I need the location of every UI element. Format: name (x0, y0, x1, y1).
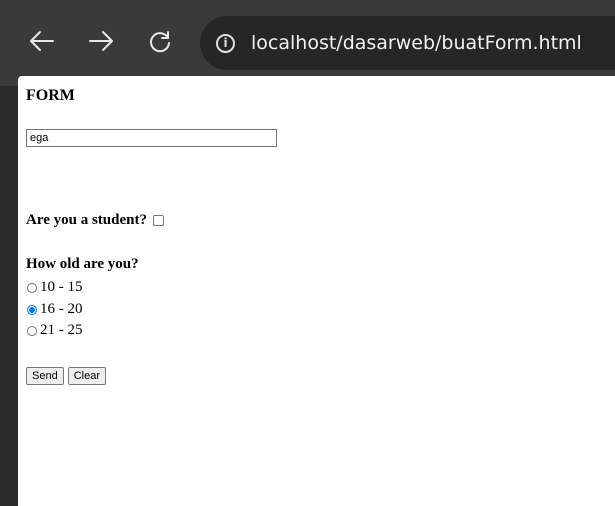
clear-button[interactable]: Clear (67, 367, 106, 385)
age-option-label: 21 - 25 (40, 322, 83, 338)
age-radio-16-20[interactable] (27, 304, 37, 315)
form-title: FORM (26, 87, 75, 104)
window-edge (0, 86, 9, 506)
age-option-label: 16 - 20 (40, 301, 83, 317)
student-label: Are you a student? (26, 212, 147, 228)
age-radio-21-25[interactable] (27, 325, 37, 336)
age-option-16-20[interactable]: 16 - 20 (27, 301, 83, 318)
forward-button[interactable] (81, 21, 121, 61)
name-input[interactable]: ega (26, 129, 277, 147)
arrow-left-icon (30, 31, 54, 51)
back-button[interactable] (22, 21, 62, 61)
student-row: Are you a student? (26, 212, 164, 229)
url-text: localhost/dasarweb/buatForm.html (251, 32, 582, 54)
form-buttons: Send Clear (26, 367, 106, 385)
send-button[interactable]: Send (26, 367, 64, 385)
age-label: How old are you? (26, 256, 139, 272)
page-content: FORM ega Are you a student? How old are … (18, 76, 615, 506)
browser-toolbar: i localhost/dasarweb/buatForm.html (0, 0, 615, 86)
reload-icon (150, 31, 170, 53)
info-icon[interactable]: i (216, 33, 235, 53)
age-radio-10-15[interactable] (27, 282, 37, 293)
student-checkbox[interactable] (152, 215, 164, 226)
reload-button[interactable] (140, 21, 180, 61)
arrow-right-icon (89, 31, 113, 51)
age-option-10-15[interactable]: 10 - 15 (27, 279, 83, 296)
age-option-label: 10 - 15 (40, 279, 83, 295)
age-option-21-25[interactable]: 21 - 25 (27, 322, 83, 339)
address-bar[interactable]: i localhost/dasarweb/buatForm.html (200, 16, 615, 70)
